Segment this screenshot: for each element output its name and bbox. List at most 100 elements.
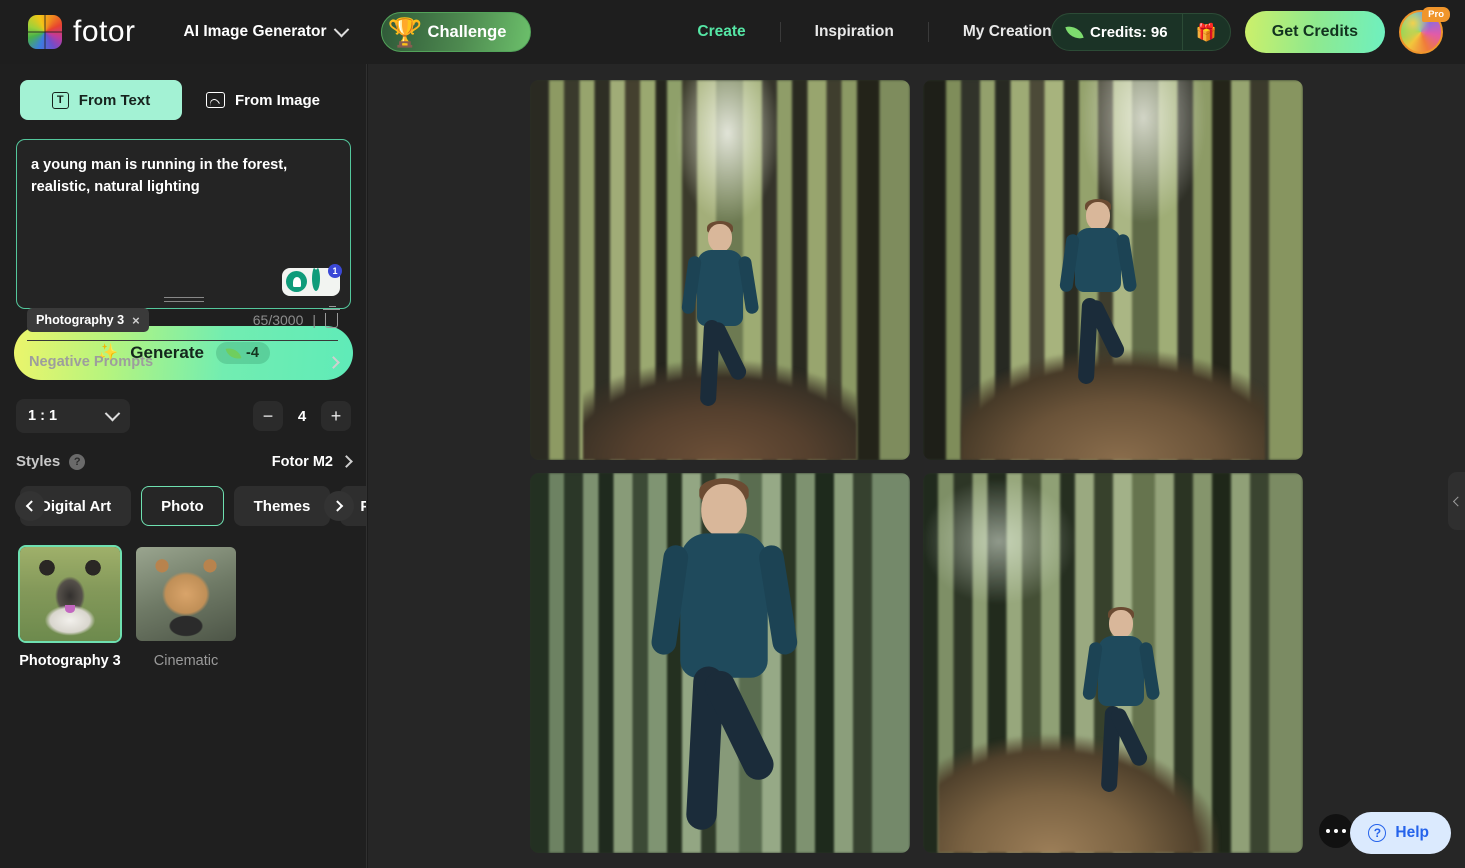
style-preview-image (136, 547, 236, 641)
text-icon: T (51, 91, 69, 109)
chevron-down-icon (333, 21, 349, 37)
tab-from-text[interactable]: T From Text (20, 80, 182, 120)
aspect-ratio-select[interactable]: 1 : 1 (16, 399, 130, 433)
close-icon[interactable]: × (132, 313, 140, 328)
more-dot (1333, 828, 1339, 834)
prompt-meta-row: Photography 3 × 65/3000 | (27, 305, 340, 332)
challenge-button[interactable]: 🏆 Challenge (380, 12, 532, 52)
tab-from-text-label: From Text (78, 91, 151, 109)
divider (27, 340, 338, 341)
results-canvas: ? Help (368, 64, 1465, 868)
prompt-tools: 1 (282, 264, 342, 296)
lightbulb-icon (286, 271, 307, 292)
styles-title: Styles (16, 453, 61, 470)
style-preview-image (20, 547, 120, 641)
trash-icon[interactable] (323, 305, 340, 328)
aspect-ratio-value: 1 : 1 (28, 408, 58, 424)
image-subject (681, 221, 760, 414)
more-options-button[interactable] (1319, 814, 1353, 848)
image-subject (1058, 198, 1138, 392)
question-icon[interactable]: ? (69, 453, 86, 470)
style-category-row: Digital Art Photo Themes Paint (0, 486, 366, 526)
inspire-button[interactable] (286, 270, 310, 294)
result-image-3[interactable] (530, 473, 910, 853)
chevron-left-icon (1452, 496, 1463, 506)
app-selector-label: AI Image Generator (183, 23, 327, 40)
style-card-list: Photography 3 Cinematic (18, 545, 366, 669)
get-credits-button[interactable]: Get Credits (1244, 11, 1385, 53)
scroll-right-button[interactable] (324, 491, 354, 521)
pro-badge: Pro (1422, 7, 1450, 22)
left-panel: T From Text From Image a young man is ru… (0, 64, 367, 868)
resize-handle[interactable] (163, 297, 204, 302)
header-actions: Credits: 96 🎁 Get Credits Pro (1051, 0, 1450, 64)
nav-create[interactable]: Create (663, 23, 779, 41)
styles-header: Styles ? Fotor M2 (16, 453, 353, 470)
chevron-right-icon (327, 355, 340, 369)
image-icon (206, 92, 225, 108)
style-card-label: Photography 3 (19, 653, 121, 669)
top-header: fotor AI Image Generator 🏆 Challenge Cre… (0, 0, 1465, 64)
chevron-left-icon (25, 500, 38, 512)
result-image-2[interactable] (923, 80, 1303, 460)
model-name: Fotor M2 (271, 453, 333, 470)
model-selector[interactable]: Fotor M2 (271, 453, 353, 470)
negative-prompts-label: Negative Prompts (29, 354, 154, 370)
leaf-icon (1065, 22, 1084, 42)
help-button[interactable]: ? Help (1350, 812, 1451, 854)
decrease-count-button[interactable]: − (253, 401, 283, 431)
counter-divider: | (312, 312, 316, 328)
more-dot (1325, 828, 1331, 834)
negative-prompts-row[interactable]: Negative Prompts (29, 346, 340, 378)
image-count-value: 4 (297, 407, 307, 425)
credits-amount[interactable]: Credits: 96 (1052, 22, 1182, 42)
challenge-label: Challenge (427, 22, 507, 41)
image-subject (649, 478, 799, 845)
user-avatar[interactable]: Pro (1399, 7, 1450, 54)
input-mode-tabs: T From Text From Image (0, 64, 366, 120)
brand-name: fotor (73, 15, 136, 48)
style-card-cinematic[interactable]: Cinematic (134, 545, 238, 669)
rewrite-button[interactable]: 1 (312, 264, 342, 294)
style-thumbnail (18, 545, 122, 643)
gift-icon[interactable]: 🎁 (1183, 24, 1230, 41)
panel-collapse-handle[interactable] (1448, 472, 1465, 530)
char-counter-group: 65/3000 | (252, 305, 340, 328)
nav-inspiration[interactable]: Inspiration (781, 23, 928, 41)
image-count-stepper: − 4 + (253, 401, 351, 431)
output-settings-row: 1 : 1 − 4 + (16, 399, 351, 433)
question-icon: ? (1368, 824, 1387, 842)
app-selector[interactable]: AI Image Generator (183, 21, 349, 41)
image-detail (938, 655, 1220, 853)
brand-logo[interactable]: fotor (28, 15, 136, 49)
prompt-container[interactable]: a young man is running in the forest, re… (16, 139, 351, 370)
result-image-1[interactable] (530, 80, 910, 460)
trophy-icon: 🏆 (387, 17, 423, 48)
chevron-right-icon (331, 500, 344, 512)
credits-pill[interactable]: Credits: 96 🎁 (1051, 13, 1231, 51)
credits-label: Credits: 96 (1090, 23, 1168, 41)
char-counter: 65/3000 (252, 312, 304, 328)
category-themes[interactable]: Themes (233, 486, 331, 526)
prompt-style-tag-label: Photography 3 (36, 313, 125, 327)
styles-title-group: Styles ? (16, 453, 86, 470)
help-label: Help (1395, 824, 1429, 841)
category-photo[interactable]: Photo (141, 486, 224, 526)
increase-count-button[interactable]: + (321, 401, 351, 431)
results-grid (530, 80, 1303, 853)
scroll-left-button[interactable] (15, 491, 45, 521)
style-thumbnail (134, 545, 238, 643)
style-card-label: Cinematic (153, 653, 219, 669)
chevron-right-icon (340, 455, 353, 468)
main-nav: Create Inspiration My Creation (663, 22, 1085, 42)
rewrite-badge: 1 (328, 264, 342, 278)
result-image-4[interactable] (923, 473, 1303, 853)
image-subject (1081, 606, 1161, 800)
chevron-down-icon (104, 405, 121, 421)
prompt-style-tag[interactable]: Photography 3 × (27, 308, 149, 332)
prompt-input[interactable]: a young man is running in the forest, re… (17, 140, 350, 198)
fotor-logo-icon (28, 15, 62, 49)
tab-from-image[interactable]: From Image (188, 80, 338, 120)
more-dot (1341, 828, 1347, 834)
style-card-photography-3[interactable]: Photography 3 (18, 545, 122, 669)
